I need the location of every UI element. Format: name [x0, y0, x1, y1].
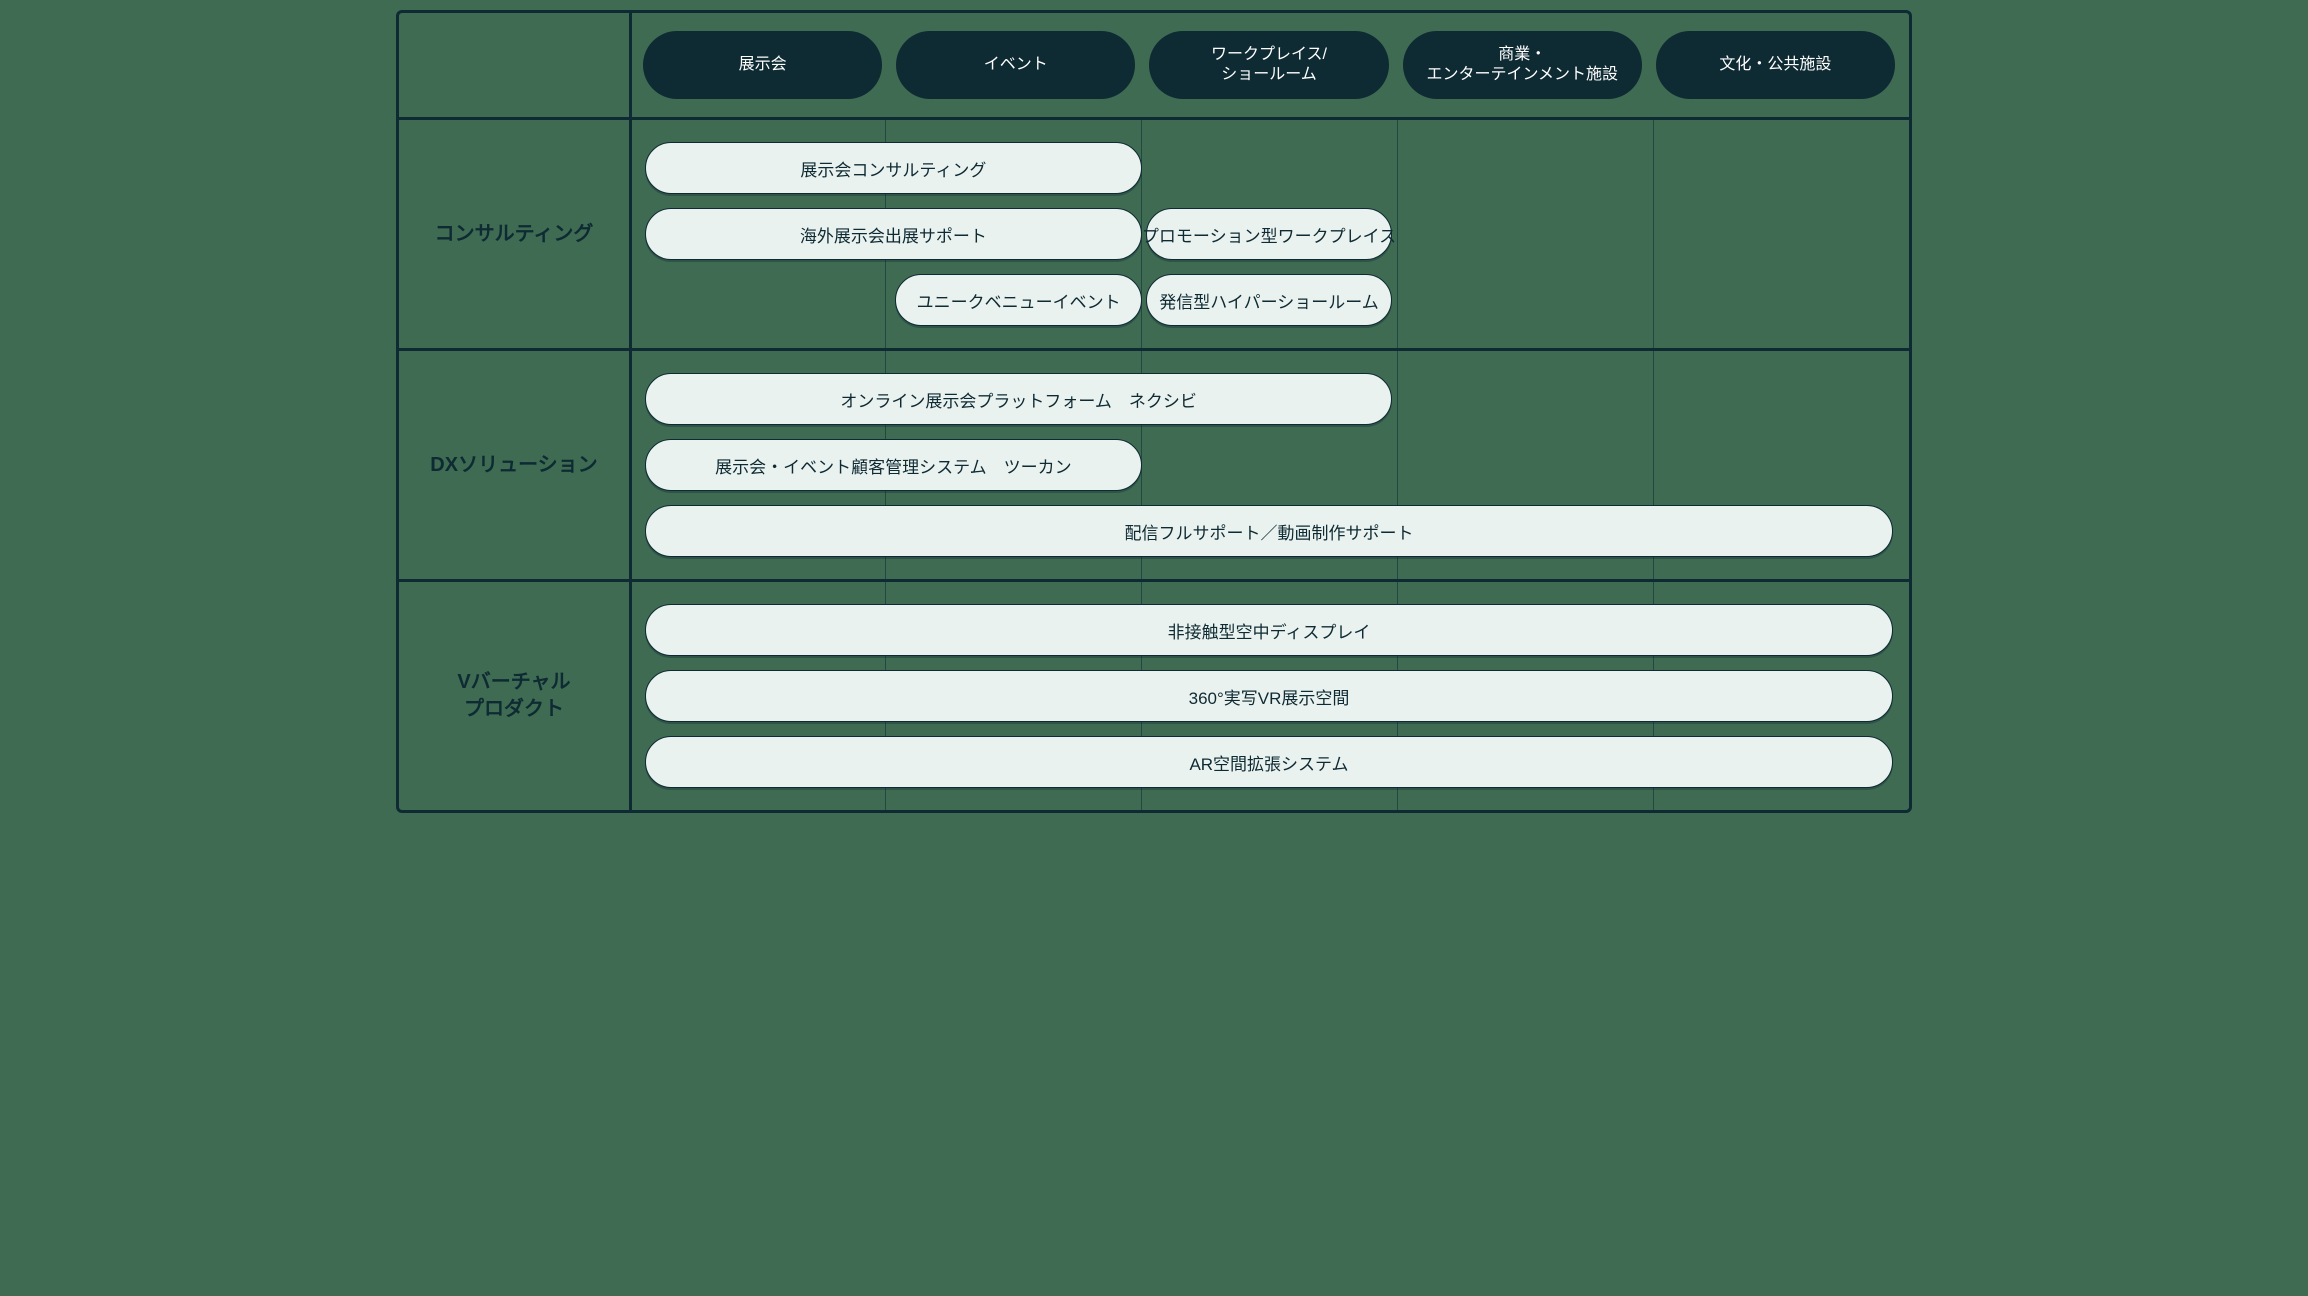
- service-pill[interactable]: プロモーション型ワークプレイス: [1146, 208, 1392, 260]
- row-label: Vバーチャル プロダクト: [399, 582, 629, 810]
- service-pill[interactable]: 海外展示会出展サポート: [645, 208, 1142, 260]
- row-matrix: 非接触型空中ディスプレイ 360°実写VR展示空間 AR空間拡張システム: [629, 582, 1909, 810]
- matrix-row: コンサルティング展示会コンサルティング海外展示会出展サポートプロモーション型ワー…: [399, 120, 1909, 351]
- header-spacer: [399, 31, 629, 99]
- row-matrix: オンライン展示会プラットフォーム ネクシビ展示会・イベント顧客管理システム ツー…: [629, 351, 1909, 579]
- column-header: 展示会: [643, 31, 882, 99]
- column-header: イベント: [896, 31, 1135, 99]
- row-matrix: 展示会コンサルティング海外展示会出展サポートプロモーション型ワークプレイスユニー…: [629, 120, 1909, 348]
- column-header-row: 展示会イベントワークプレイス/ ショールーム商業・ エンターテインメント施設文化…: [399, 13, 1909, 120]
- row-label: DXソリューション: [399, 351, 629, 579]
- service-pill[interactable]: 発信型ハイパーショールーム: [1146, 274, 1392, 326]
- service-pill[interactable]: 非接触型空中ディスプレイ: [645, 604, 1893, 656]
- service-pill[interactable]: AR空間拡張システム: [645, 736, 1893, 788]
- column-header: 文化・公共施設: [1656, 31, 1895, 99]
- service-pill[interactable]: 360°実写VR展示空間: [645, 670, 1893, 722]
- column-header: ワークプレイス/ ショールーム: [1149, 31, 1388, 99]
- service-pill[interactable]: 配信フルサポート／動画制作サポート: [645, 505, 1893, 557]
- service-pill[interactable]: 展示会・イベント顧客管理システム ツーカン: [645, 439, 1142, 491]
- service-pill[interactable]: ユニークベニューイベント: [895, 274, 1141, 326]
- service-matrix: 展示会イベントワークプレイス/ ショールーム商業・ エンターテインメント施設文化…: [396, 10, 1912, 813]
- service-pill[interactable]: 展示会コンサルティング: [645, 142, 1142, 194]
- column-header: 商業・ エンターテインメント施設: [1403, 31, 1642, 99]
- service-pill[interactable]: オンライン展示会プラットフォーム ネクシビ: [645, 373, 1392, 425]
- matrix-row: Vバーチャル プロダクト非接触型空中ディスプレイ 360°実写VR展示空間 AR空間…: [399, 582, 1909, 810]
- row-label: コンサルティング: [399, 120, 629, 348]
- matrix-row: DXソリューションオンライン展示会プラットフォーム ネクシビ展示会・イベント顧客…: [399, 351, 1909, 582]
